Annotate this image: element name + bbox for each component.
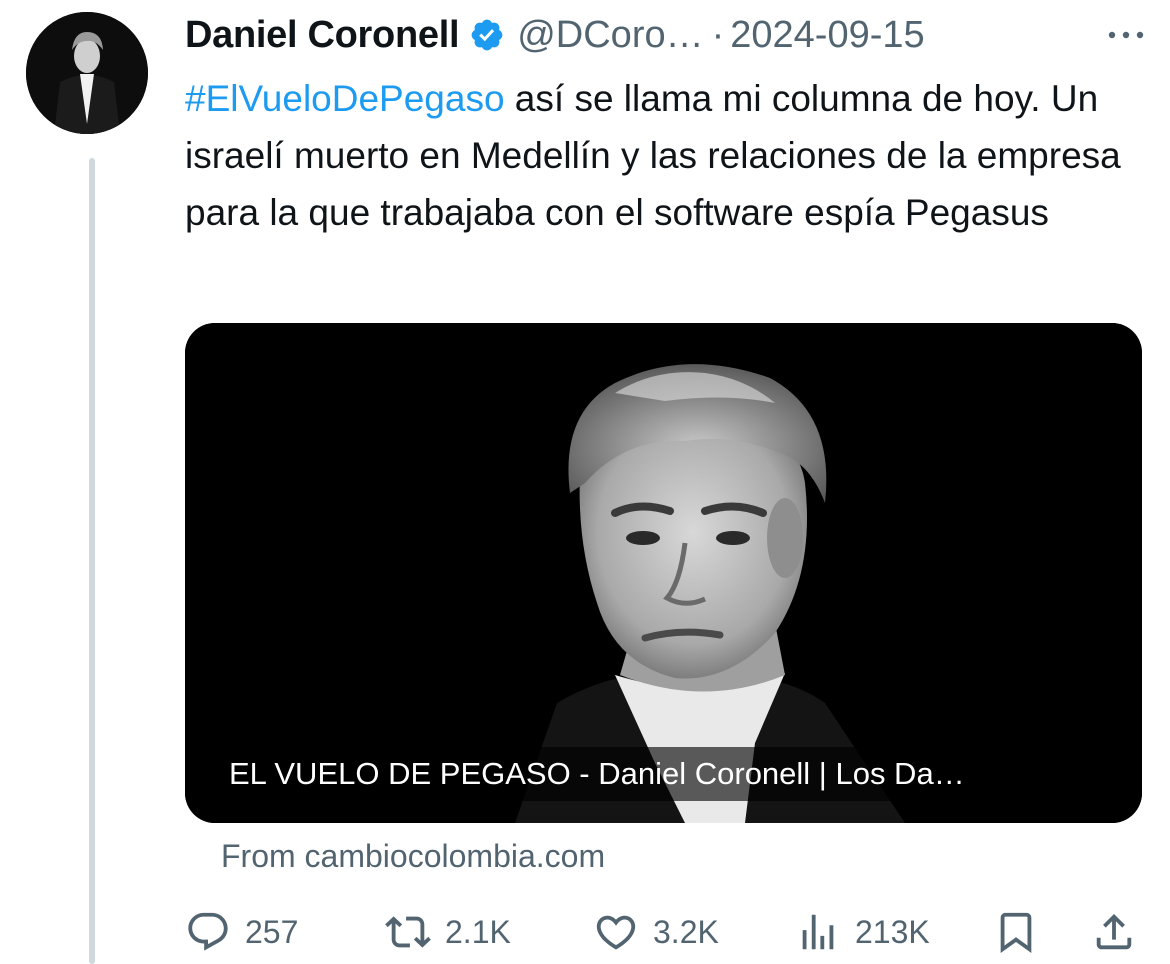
- link-preview-card[interactable]: EL VUELO DE PEGASO - Daniel Coronell | L…: [185, 323, 1142, 823]
- heart-icon: [596, 915, 636, 950]
- tweet-text: #ElVueloDePegaso así se llama mi columna…: [185, 70, 1145, 241]
- tweet-action-bar: 257 2.1K 3.2K 213K: [185, 902, 1145, 962]
- views-chart-icon: [802, 914, 834, 950]
- like-count: 3.2K: [653, 913, 719, 950]
- repost-button[interactable]: 2.1K: [385, 902, 511, 962]
- avatar-photo: [26, 12, 148, 134]
- verified-badge-icon: [471, 19, 503, 51]
- reply-count: 257: [245, 913, 299, 950]
- reply-button[interactable]: 257: [185, 902, 298, 962]
- header-separator: ·: [711, 13, 725, 56]
- card-title: EL VUELO DE PEGASO - Daniel Coronell | L…: [207, 747, 987, 801]
- repost-icon: [385, 916, 431, 948]
- views-button[interactable]: 213K: [795, 902, 930, 962]
- thread-connector-line: [89, 158, 95, 964]
- author-avatar[interactable]: [26, 12, 148, 134]
- tweet-date[interactable]: 2024-09-15: [730, 14, 924, 57]
- like-button[interactable]: 3.2K: [593, 902, 719, 962]
- card-source[interactable]: From cambiocolombia.com: [221, 838, 605, 875]
- bookmark-icon: [1000, 912, 1032, 953]
- repost-count: 2.1K: [445, 913, 511, 950]
- author-name[interactable]: Daniel Coronell: [185, 14, 460, 57]
- author-handle[interactable]: @DCoro…: [517, 14, 703, 57]
- share-button[interactable]: [1091, 902, 1137, 962]
- bookmark-button[interactable]: [993, 902, 1039, 962]
- share-icon: [1096, 913, 1132, 950]
- hashtag-link[interactable]: #ElVueloDePegaso: [185, 78, 505, 119]
- views-count: 213K: [855, 913, 930, 950]
- more-dots-icon[interactable]: [1102, 20, 1150, 50]
- reply-icon: [188, 912, 228, 951]
- tweet-header: Daniel Coronell @DCoro… · 2024-09-15: [185, 12, 1160, 58]
